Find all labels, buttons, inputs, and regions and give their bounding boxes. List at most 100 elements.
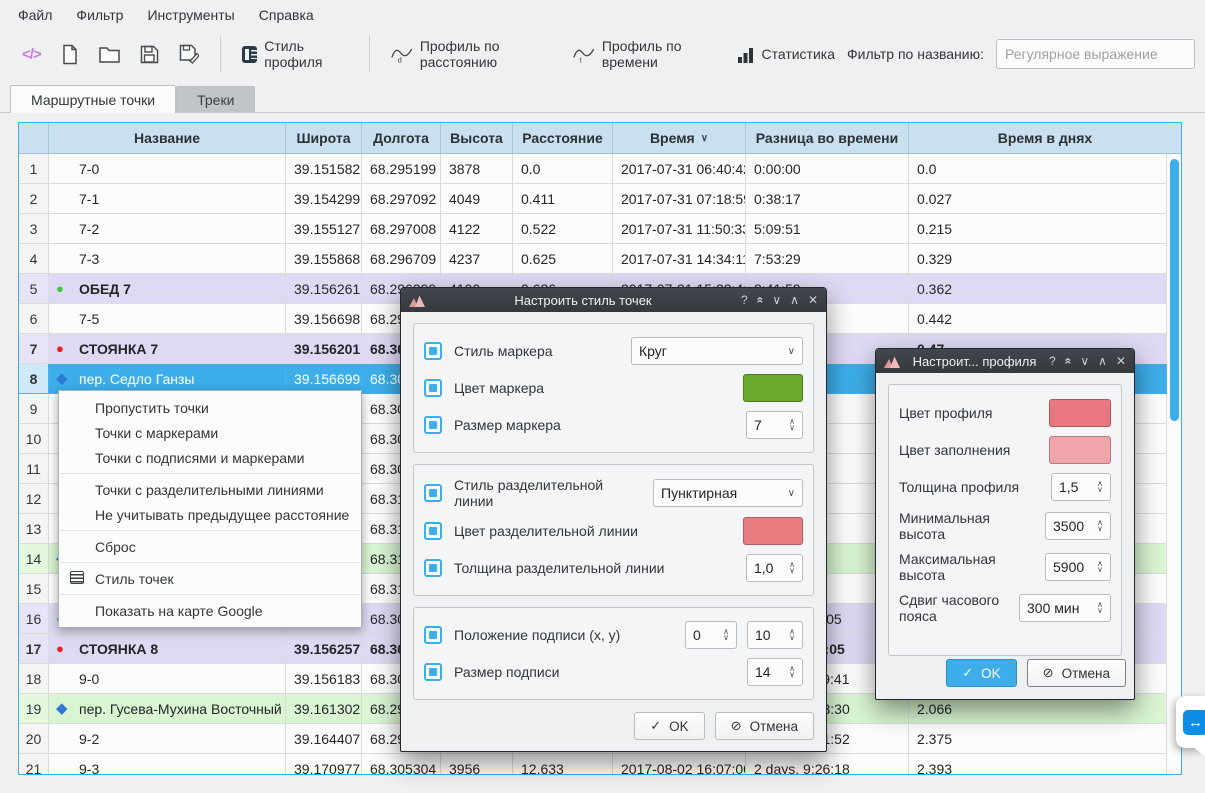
cell-name[interactable]: ●ОБЕД 7: [49, 274, 286, 304]
cell-ele[interactable]: 4237: [441, 244, 513, 274]
cell-lat[interactable]: 39.156257: [286, 634, 362, 664]
cell-ele[interactable]: 4122: [441, 214, 513, 244]
marker-size-spinner[interactable]: 7∧∨: [746, 411, 803, 439]
chevron-down-icon[interactable]: ∨: [1097, 526, 1103, 532]
cell-tdiff[interactable]: 2 days, 9:26:18: [746, 754, 909, 775]
chevron-down-icon[interactable]: ∨: [789, 568, 795, 574]
cell-tdiff[interactable]: 5:09:51: [746, 214, 909, 244]
timezone-shift-spinner[interactable]: 300 мин∧∨: [1019, 594, 1111, 622]
row-number[interactable]: 2: [19, 184, 49, 214]
cell-lon[interactable]: 68.305304: [362, 754, 441, 775]
menu-tools[interactable]: Инструменты: [135, 3, 246, 27]
cell-ele[interactable]: 3878: [441, 154, 513, 184]
chevron-down-icon[interactable]: ∨: [1097, 567, 1103, 573]
cell-lon[interactable]: 68.297008: [362, 214, 441, 244]
cell-dist[interactable]: 0.522: [513, 214, 613, 244]
dialog-titlebar[interactable]: Настроит... профиля ? « ∨ ∧ ✕: [876, 349, 1134, 373]
close-button[interactable]: ✕: [1116, 355, 1126, 367]
save-button[interactable]: [132, 41, 167, 68]
keep-above-button[interactable]: «: [1062, 358, 1074, 365]
context-menu-item[interactable]: Точки с маркерами: [59, 420, 361, 445]
tab-tracks[interactable]: Треки: [176, 86, 255, 112]
cell-ele[interactable]: 3956: [441, 754, 513, 775]
marker-style-select[interactable]: Круг∨: [631, 337, 803, 365]
cell-tdays[interactable]: 0.362: [909, 274, 1167, 304]
label-position-checkbox[interactable]: [424, 626, 442, 644]
maximize-button[interactable]: ∧: [790, 294, 799, 306]
context-menu-item[interactable]: Стиль точек: [59, 566, 361, 591]
cell-tdays[interactable]: 0.442: [909, 304, 1167, 334]
row-number[interactable]: 14: [19, 544, 49, 574]
statistics-button[interactable]: Статистика: [729, 42, 843, 67]
spin-buttons[interactable]: ∧∨: [723, 629, 729, 642]
cell-lat[interactable]: 39.161302: [286, 694, 362, 724]
minimize-button[interactable]: ∨: [1080, 355, 1089, 367]
cell-tdays[interactable]: 2.375: [909, 724, 1167, 754]
row-number[interactable]: 21: [19, 754, 49, 775]
divider-width-checkbox[interactable]: [424, 559, 442, 577]
profile-width-spinner[interactable]: 1,5∧∨: [1051, 473, 1111, 501]
column-header-name[interactable]: Название: [49, 123, 286, 154]
spin-buttons[interactable]: ∧∨: [1097, 561, 1103, 574]
row-number[interactable]: 11: [19, 454, 49, 484]
chevron-down-icon[interactable]: ∨: [1097, 487, 1103, 493]
column-header-tdiff[interactable]: Разница во времени: [746, 123, 909, 154]
cell-name[interactable]: 9-2: [49, 724, 286, 754]
cell-tdays[interactable]: 0.215: [909, 214, 1167, 244]
table-row[interactable]: 47-339.15586868.29670942370.6252017-07-3…: [19, 244, 1167, 274]
context-menu-item[interactable]: Точки с разделительными линиями: [59, 477, 361, 502]
dialog-titlebar[interactable]: Настроить стиль точек ? « ∨ ∧ ✕: [401, 288, 826, 312]
marker-size-checkbox[interactable]: [424, 416, 442, 434]
tab-waypoints[interactable]: Маршрутные точки: [10, 85, 176, 113]
column-header-lon[interactable]: Долгота: [362, 123, 441, 154]
cell-time[interactable]: 2017-07-31 06:40:42: [613, 154, 746, 184]
cell-dist[interactable]: 12.633: [513, 754, 613, 775]
spin-buttons[interactable]: ∧∨: [1097, 520, 1103, 533]
label-x-spinner[interactable]: 0∧∨: [685, 621, 737, 649]
cell-time[interactable]: 2017-07-31 11:50:33: [613, 214, 746, 244]
divider-color-checkbox[interactable]: [424, 522, 442, 540]
cancel-button[interactable]: ⊘Отмена: [1027, 659, 1126, 687]
profile-time-button[interactable]: t Профиль по времени: [565, 34, 725, 74]
cell-name[interactable]: ●СТОЯНКА 8: [49, 634, 286, 664]
column-header-dist[interactable]: Расстояние: [513, 123, 613, 154]
row-number[interactable]: 17: [19, 634, 49, 664]
cell-lat[interactable]: 39.156183: [286, 664, 362, 694]
table-row[interactable]: 27-139.15429968.29709240490.4112017-07-3…: [19, 184, 1167, 214]
divider-width-spinner[interactable]: 1,0∧∨: [746, 554, 803, 582]
label-y-spinner[interactable]: 10∧∨: [747, 621, 803, 649]
profile-color-swatch[interactable]: [1049, 399, 1111, 427]
column-header-ele[interactable]: Высота: [441, 123, 513, 154]
context-menu-item[interactable]: Точки с подписями и маркерами: [59, 445, 361, 470]
row-number[interactable]: 16: [19, 604, 49, 634]
spin-buttons[interactable]: ∧∨: [789, 629, 795, 642]
marker-color-checkbox[interactable]: [424, 379, 442, 397]
help-button[interactable]: ?: [1049, 355, 1056, 367]
cell-tdays[interactable]: 2.393: [909, 754, 1167, 775]
cell-name[interactable]: ◆пер. Гусева-Мухина Восточный: [49, 694, 286, 724]
context-menu-item[interactable]: Сброс: [59, 534, 361, 559]
cell-lat[interactable]: 39.156698: [286, 304, 362, 334]
menu-file[interactable]: Файл: [6, 3, 64, 27]
cell-name[interactable]: 7-2: [49, 214, 286, 244]
spin-buttons[interactable]: ∧∨: [789, 419, 795, 432]
row-number[interactable]: 1: [19, 154, 49, 184]
name-filter-input[interactable]: [996, 39, 1195, 69]
cell-lon[interactable]: 68.297092: [362, 184, 441, 214]
profile-distance-button[interactable]: d Профиль по расстоянию: [383, 34, 561, 74]
chevron-down-icon[interactable]: ∨: [723, 635, 729, 641]
cell-tdays[interactable]: 0.027: [909, 184, 1167, 214]
label-size-spinner[interactable]: 14∧∨: [747, 658, 803, 686]
cancel-button[interactable]: ⊘Отмена: [715, 712, 814, 740]
new-file-button[interactable]: [53, 40, 87, 69]
context-menu-item[interactable]: Показать на карте Google: [59, 598, 361, 623]
table-row[interactable]: 17-039.15158268.29519938780.02017-07-31 …: [19, 154, 1167, 184]
menu-help[interactable]: Справка: [247, 3, 326, 27]
context-menu-item[interactable]: Не учитывать предыдущее расстояние: [59, 502, 361, 527]
close-button[interactable]: ✕: [808, 294, 818, 306]
cell-tdiff[interactable]: 0:38:17: [746, 184, 909, 214]
maximize-button[interactable]: ∧: [1098, 355, 1107, 367]
cell-dist[interactable]: 0.411: [513, 184, 613, 214]
spin-buttons[interactable]: ∧∨: [1097, 602, 1103, 615]
divider-style-checkbox[interactable]: [424, 484, 442, 502]
